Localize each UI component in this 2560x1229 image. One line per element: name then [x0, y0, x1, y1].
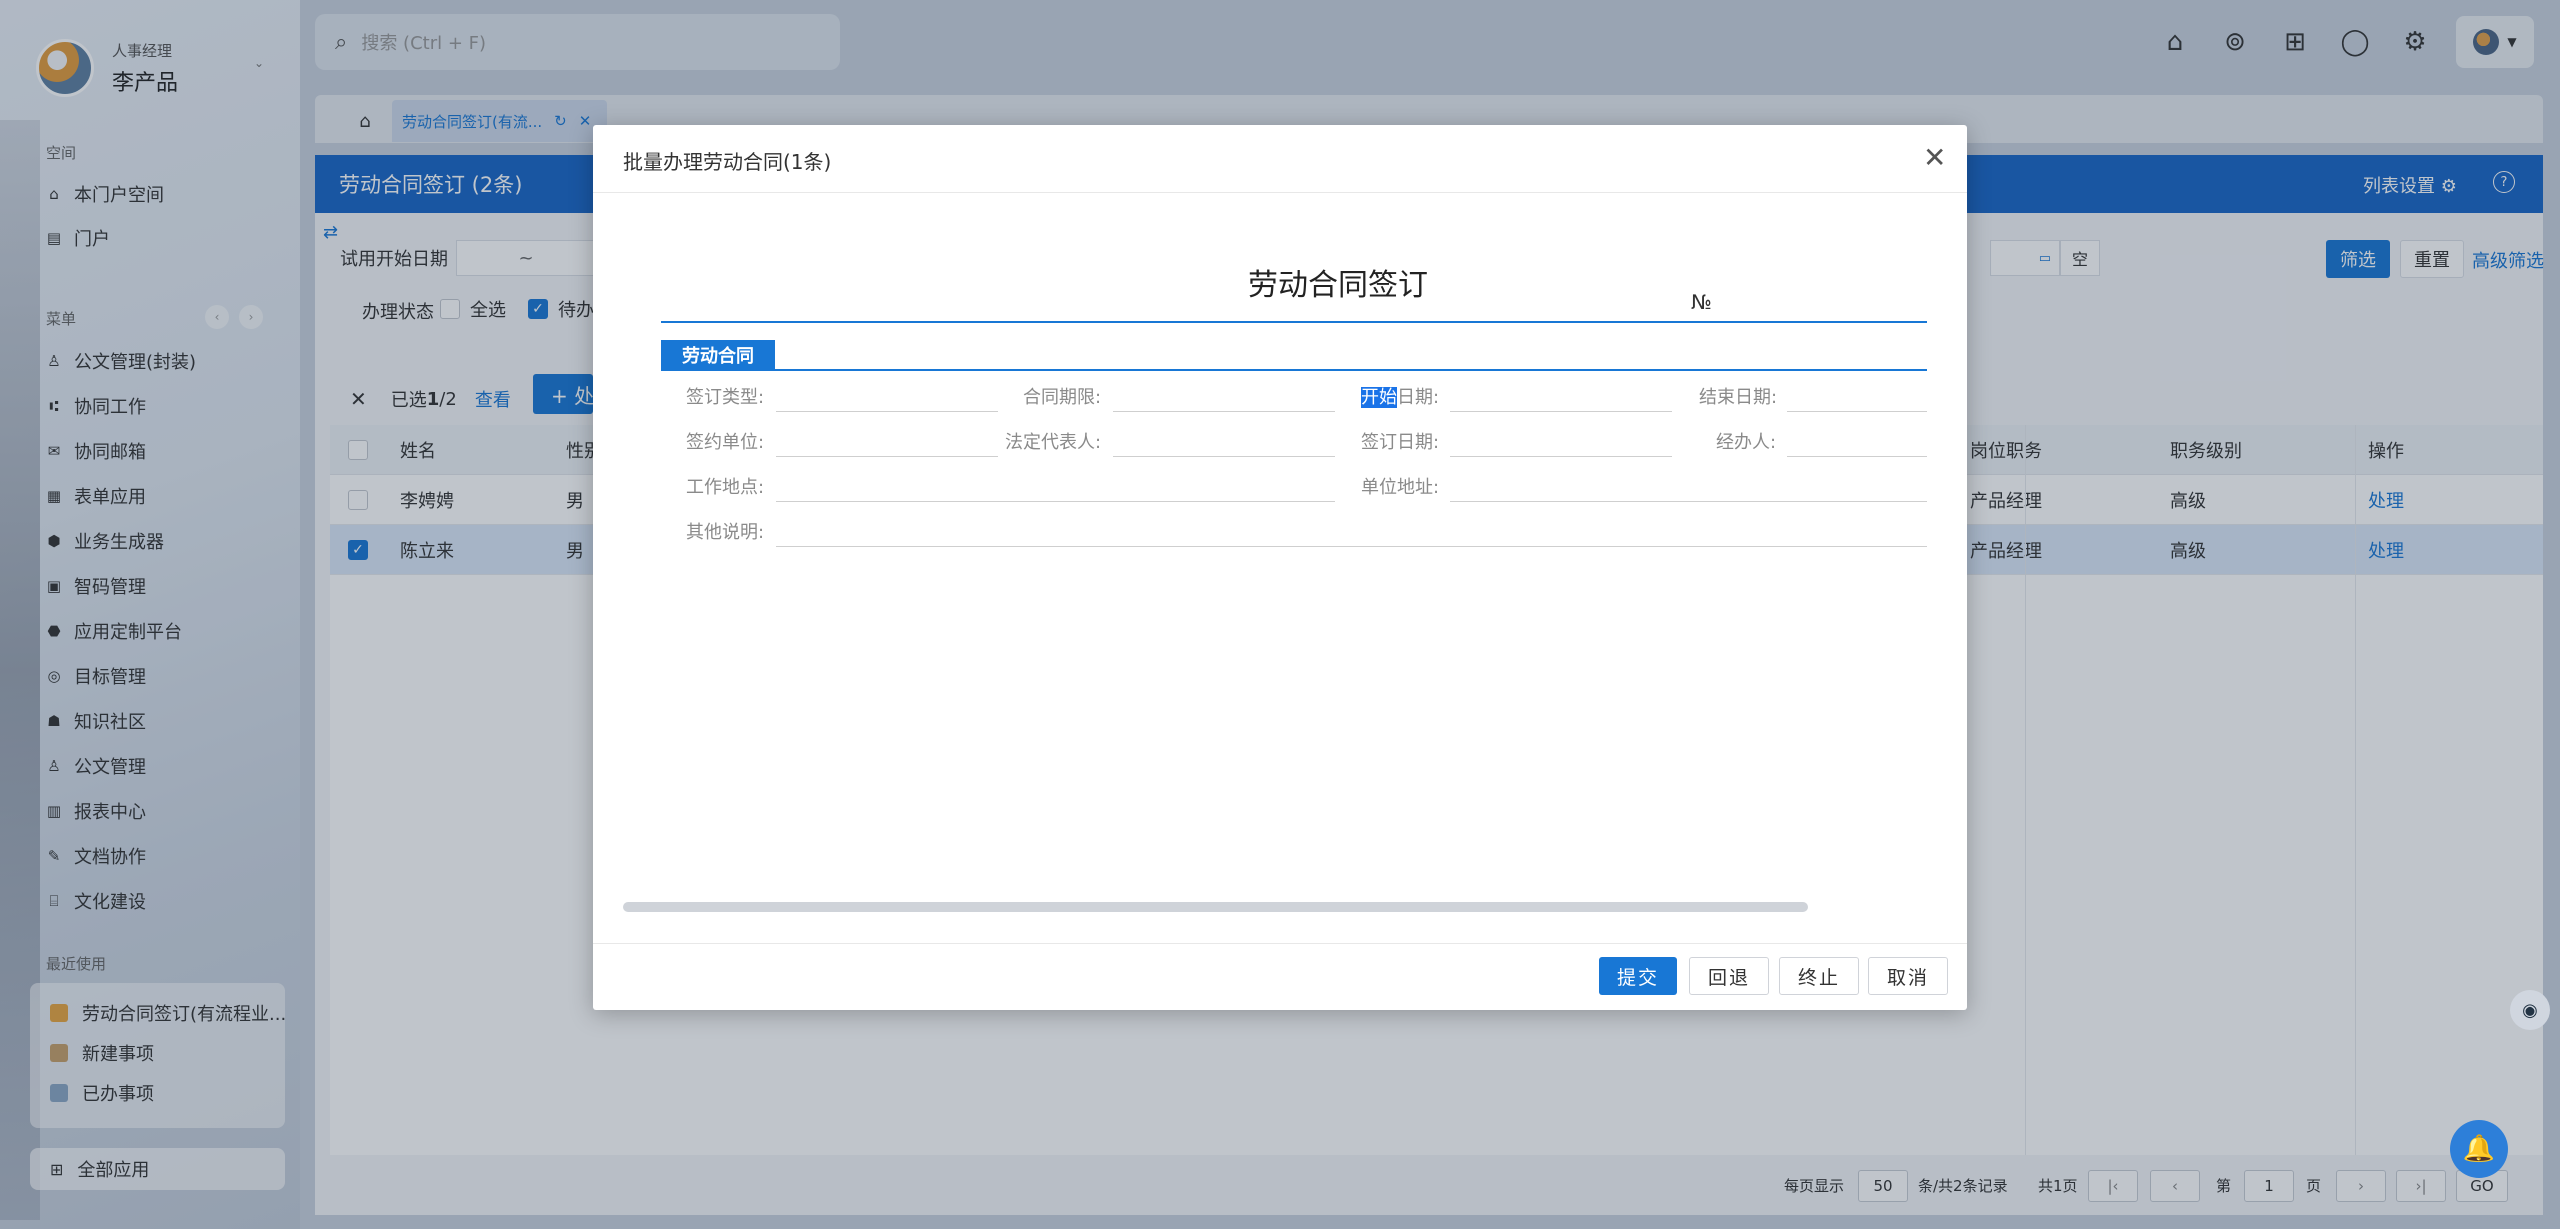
- form-divider: [661, 321, 1927, 323]
- other-notes-label: 其他说明:: [686, 522, 765, 543]
- terminate-button[interactable]: 终止: [1779, 957, 1859, 995]
- contract-term-field[interactable]: [1113, 411, 1335, 412]
- unit-address-label: 单位地址:: [1361, 477, 1440, 498]
- end-date-field[interactable]: [1787, 411, 1927, 412]
- handler-field[interactable]: [1787, 456, 1927, 457]
- sign-unit-field[interactable]: [776, 456, 998, 457]
- other-notes-field[interactable]: [776, 546, 1927, 547]
- end-date-label: 结束日期:: [1699, 387, 1778, 408]
- sign-date-label: 签订日期:: [1361, 432, 1440, 453]
- start-date-label-rest: 日期:: [1397, 387, 1440, 408]
- unit-address-field[interactable]: [1450, 501, 1927, 502]
- dialog-title: 批量办理劳动合同(1条): [623, 150, 832, 174]
- contract-term-label: 合同期限:: [1023, 387, 1102, 408]
- legal-rep-label: 法定代表人:: [1005, 432, 1102, 453]
- section-tag: 劳动合同: [661, 340, 775, 370]
- sign-unit-label: 签约单位:: [686, 432, 765, 453]
- notification-bell-icon[interactable]: 🔔: [2450, 1120, 2508, 1178]
- form-title: 劳动合同签订: [1248, 268, 1428, 303]
- horizontal-scrollbar[interactable]: [623, 902, 1808, 912]
- start-date-label: 开始日期:: [1361, 383, 1439, 409]
- submit-button[interactable]: 提交: [1599, 957, 1677, 995]
- start-date-label-highlight: 开始: [1361, 387, 1397, 408]
- sign-type-field[interactable]: [776, 411, 998, 412]
- cancel-button[interactable]: 取消: [1868, 957, 1948, 995]
- close-icon[interactable]: ✕: [1923, 141, 1946, 174]
- start-date-field[interactable]: [1450, 411, 1672, 412]
- assistant-robot-icon[interactable]: ◉: [2510, 990, 2550, 1030]
- work-place-field[interactable]: [776, 501, 1335, 502]
- batch-process-dialog: 批量办理劳动合同(1条) ✕ 劳动合同签订 № 劳动合同 签订类型: 合同期限:…: [593, 125, 1967, 1010]
- back-button[interactable]: 回退: [1689, 957, 1769, 995]
- legal-rep-field[interactable]: [1113, 456, 1335, 457]
- work-place-label: 工作地点:: [686, 477, 765, 498]
- dialog-header: 批量办理劳动合同(1条) ✕: [593, 125, 1967, 193]
- handler-label: 经办人:: [1716, 432, 1777, 453]
- form-divider: [661, 369, 1927, 371]
- sign-type-label: 签订类型:: [686, 387, 765, 408]
- form-number-label: №: [1691, 290, 1712, 314]
- sign-date-field[interactable]: [1450, 456, 1672, 457]
